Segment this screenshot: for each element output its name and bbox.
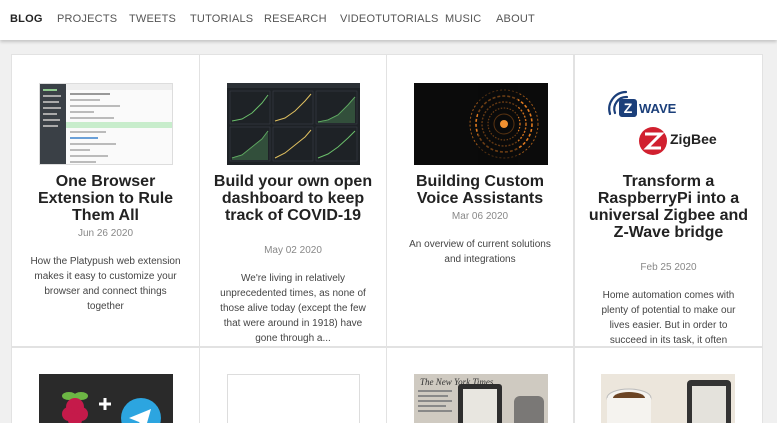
nav-blog[interactable]: BLOG [10, 13, 43, 25]
coffee-ereader-image [601, 374, 735, 423]
post-description: An overview of current solutions and int… [409, 239, 551, 265]
post-thumbnail [227, 374, 360, 423]
newspaper-ereader-image: The New York Times [414, 374, 548, 423]
post-card-blank[interactable] [200, 348, 386, 423]
post-thumbnail [39, 374, 173, 423]
nav-research[interactable]: RESEARCH [264, 13, 327, 25]
post-card-browser-extension[interactable]: One Browser Extension to Rule Them All J… [12, 55, 199, 346]
post-card-raspberry-telegram[interactable] [12, 348, 199, 423]
zwave-logo-text: WAVE [639, 101, 677, 116]
post-date: Feb 25 2020 [640, 262, 697, 273]
browser-extension-screenshot [40, 84, 172, 164]
post-title[interactable]: Building Custom Voice Assistants [397, 173, 563, 207]
post-description: We're living in relatively unprecedented… [220, 273, 366, 344]
plus-icon [99, 398, 111, 410]
post-thumbnail [601, 374, 735, 423]
post-thumbnail [414, 83, 548, 165]
post-card-voice-assistants[interactable]: Building Custom Voice Assistants Mar 06 … [387, 55, 573, 346]
voice-waveform-image [469, 83, 539, 165]
post-description: Home automation comes with plenty of pot… [601, 290, 736, 346]
post-thumbnail [39, 83, 173, 165]
zigbee-logo-text: ZigBee [670, 131, 717, 147]
nav-about[interactable]: ABOUT [496, 13, 535, 25]
top-nav: BLOG PROJECTS TWEETS TUTORIALS RESEARCH … [0, 0, 777, 40]
post-date: Jun 26 2020 [77, 228, 134, 239]
nav-tweets[interactable]: TWEETS [129, 13, 176, 25]
raspberry-pi-icon [62, 392, 88, 423]
raspberry-telegram-image [62, 392, 161, 423]
post-title[interactable]: Transform a RaspberryPi into a universal… [585, 173, 752, 241]
post-description: How the Platypush web extension makes it… [30, 256, 181, 312]
post-title[interactable]: Build your own open dashboard to keep tr… [210, 173, 376, 224]
svg-text:Z: Z [624, 100, 633, 116]
post-grid: One Browser Extension to Rule Them All J… [0, 0, 777, 423]
post-date: May 02 2020 [264, 245, 322, 256]
post-card-coffee-ereader[interactable] [575, 348, 762, 423]
post-card-zigbee-zwave[interactable]: Z WAVE ZigBee Transform a RaspberryPi in… [575, 55, 762, 346]
nav-music[interactable]: MUSIC [445, 13, 481, 25]
post-thumbnail: Z WAVE ZigBee [601, 83, 735, 165]
post-title[interactable]: One Browser Extension to Rule Them All [22, 173, 189, 224]
post-thumbnail [227, 83, 360, 165]
nav-tutorials[interactable]: TUTORIALS [190, 13, 253, 25]
nav-videotutorials[interactable]: VIDEOTUTORIALS [340, 13, 439, 25]
post-card-newspaper[interactable]: The New York Times [387, 348, 573, 423]
zwave-zigbee-logos: Z WAVE ZigBee [608, 90, 717, 155]
nav-projects[interactable]: PROJECTS [57, 13, 117, 25]
post-card-covid-dashboard[interactable]: Build your own open dashboard to keep tr… [200, 55, 386, 346]
dashboard-screenshot [227, 83, 360, 162]
post-date: Mar 06 2020 [451, 211, 509, 222]
post-thumbnail: The New York Times [414, 374, 548, 423]
